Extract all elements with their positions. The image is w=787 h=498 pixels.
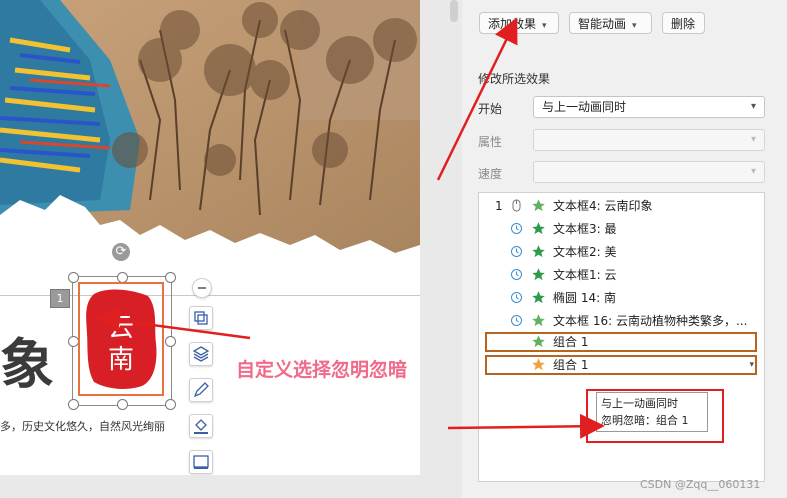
- resize-handle[interactable]: [117, 399, 128, 410]
- list-item-selected[interactable]: 组合 1 ▾: [479, 354, 764, 376]
- fill-icon[interactable]: [189, 414, 213, 438]
- list-item[interactable]: 文本框 16: 云南动植物种类繁多，...: [479, 310, 764, 332]
- chevron-down-icon: ▾: [750, 134, 756, 145]
- svg-text:云: 云: [108, 313, 134, 343]
- tooltip: 与上一动画同时 忽明忽暗：组合 1: [596, 392, 708, 432]
- annotation-text: 自定义选择忽明忽暗: [236, 359, 408, 381]
- property-select[interactable]: ▾: [533, 129, 765, 151]
- resize-handle[interactable]: [165, 272, 176, 283]
- smart-animation-button[interactable]: 智能动画 ▾: [569, 12, 652, 34]
- list-item-label: 文本框2: 美: [553, 245, 617, 259]
- star-icon: [532, 314, 545, 327]
- chevron-down-icon[interactable]: ▾: [749, 354, 754, 376]
- resize-handle[interactable]: [165, 399, 176, 410]
- list-item[interactable]: 组合 1: [479, 331, 764, 353]
- list-item-label: 文本框 16: 云南动植物种类繁多，...: [553, 314, 748, 328]
- list-item-label: 组合 1: [553, 358, 589, 372]
- animation-order-badge[interactable]: 1: [50, 289, 70, 308]
- crop-icon[interactable]: [189, 306, 213, 330]
- star-icon: [532, 199, 545, 212]
- chevron-down-icon: ▾: [750, 101, 756, 112]
- list-item-label: 组合 1: [553, 335, 589, 349]
- speed-select[interactable]: ▾: [533, 161, 765, 183]
- slide-description[interactable]: 多，历史文化悠久，自然风光绚丽: [0, 418, 165, 434]
- clock-icon: [511, 269, 522, 280]
- list-item[interactable]: 文本框2: 美: [479, 241, 764, 263]
- collapse-icon[interactable]: [192, 278, 212, 298]
- star-icon: [532, 291, 545, 304]
- list-item-label: 文本框4: 云南印象: [553, 199, 653, 213]
- clock-icon: [511, 315, 522, 326]
- clock-icon: [511, 292, 522, 303]
- add-effect-button[interactable]: 添加效果 ▾: [479, 12, 559, 34]
- clock-icon: [511, 223, 522, 234]
- seal-stamp[interactable]: 云 南: [84, 288, 158, 390]
- star-icon: [532, 268, 545, 281]
- resize-handle[interactable]: [165, 336, 176, 347]
- clock-icon: [511, 246, 522, 257]
- start-select-value: 与上一动画同时: [542, 100, 627, 114]
- star-icon: [532, 358, 545, 371]
- list-item-label: 文本框1: 云: [553, 268, 617, 282]
- slide-title[interactable]: 象: [0, 320, 56, 399]
- star-icon: [532, 245, 545, 258]
- mouse-icon: [512, 199, 521, 212]
- star-icon: [532, 222, 545, 235]
- list-item-label: 文本框3: 最: [553, 222, 617, 236]
- smart-animation-label: 智能动画: [578, 17, 627, 31]
- rotate-icon[interactable]: ⟳: [112, 243, 130, 261]
- tooltip-line: 忽明忽暗：组合 1: [601, 414, 689, 427]
- list-item-order: 1: [495, 199, 503, 213]
- delete-label: 删除: [671, 17, 696, 31]
- speed-label: 速度: [478, 167, 503, 181]
- add-effect-label: 添加效果: [488, 17, 537, 31]
- list-item[interactable]: 文本框1: 云: [479, 264, 764, 286]
- chevron-down-icon: ▾: [632, 21, 637, 31]
- layers-icon[interactable]: [189, 342, 213, 366]
- property-label: 属性: [478, 135, 503, 149]
- svg-text:南: 南: [108, 345, 134, 375]
- start-label: 开始: [478, 102, 503, 116]
- delete-button[interactable]: 删除: [662, 12, 705, 34]
- list-item[interactable]: 椭圆 14: 南: [479, 287, 764, 309]
- watermark: CSDN @Zqq__060131: [640, 478, 761, 491]
- pen-icon[interactable]: [189, 378, 213, 402]
- slide-canvas[interactable]: 象 多，历史文化悠久，自然风光绚丽 ⟳ 1 云 南: [0, 0, 420, 475]
- start-select[interactable]: 与上一动画同时 ▾: [533, 96, 765, 118]
- chevron-down-icon: ▾: [542, 21, 547, 31]
- scrollbar-thumb[interactable]: [450, 0, 458, 22]
- list-item-label: 椭圆 14: 南: [553, 291, 616, 305]
- star-icon: [532, 335, 545, 348]
- tooltip-line: 与上一动画同时: [601, 397, 678, 410]
- section-title: 修改所选效果: [478, 72, 551, 86]
- resize-handle[interactable]: [68, 399, 79, 410]
- chevron-down-icon: ▾: [750, 166, 756, 177]
- list-item[interactable]: 1 文本框4: 云南印象: [479, 195, 764, 217]
- frame-icon[interactable]: [189, 450, 213, 474]
- list-item[interactable]: 文本框3: 最: [479, 218, 764, 240]
